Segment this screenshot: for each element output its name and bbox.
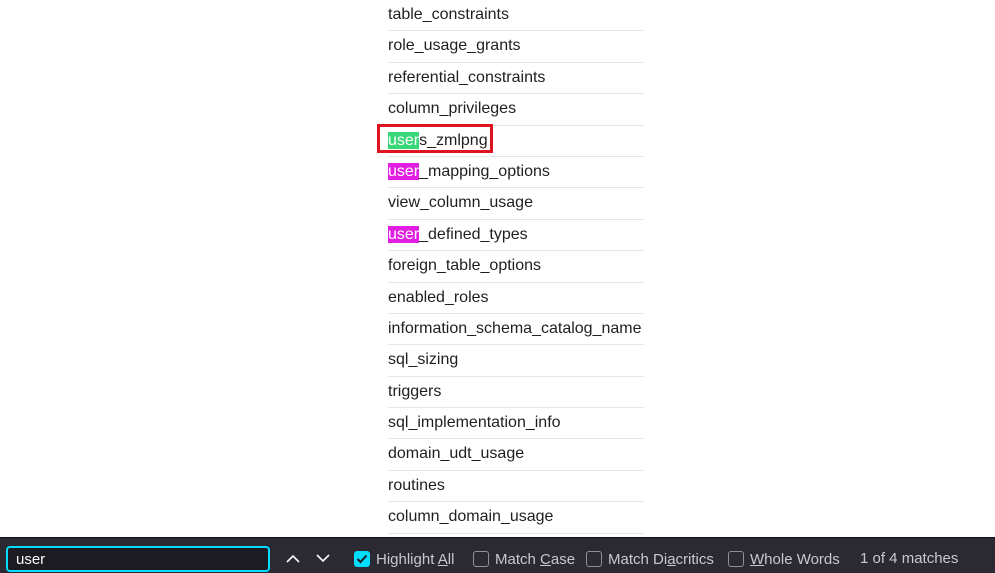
list-item-label: triggers (388, 382, 442, 400)
list-item-label: _defined_types (419, 225, 528, 243)
current-match-outline (377, 123, 493, 153)
whole-words-label: Whole Words (750, 550, 840, 568)
list-item: users_zmlpng (377, 123, 644, 157)
highlight-all-label: Highlight All (376, 550, 455, 568)
list-item-label: sql_sizing (388, 351, 459, 369)
highlight-all-toggle[interactable]: Highlight All (354, 550, 454, 568)
highlight-all-checkbox[interactable] (354, 551, 370, 567)
match-highlight: user (388, 162, 420, 180)
find-input[interactable] (6, 546, 270, 572)
list-item: user_defined_types (388, 220, 644, 252)
list-item: foreign_table_options (388, 251, 644, 283)
find-previous-button[interactable] (282, 548, 304, 568)
find-bar: Highlight All Match Case Match Diacritic… (0, 537, 995, 573)
match-case-label: Match Case (495, 550, 576, 568)
list-item-label: routines (388, 476, 445, 494)
list-item-label: _mapping_options (419, 162, 550, 180)
find-next-button[interactable] (312, 548, 334, 568)
whole-words-checkbox[interactable] (728, 551, 744, 567)
list-item: routines (388, 471, 644, 503)
list-item: role_usage_grants (388, 31, 644, 63)
list-item-label: enabled_roles (388, 288, 489, 306)
match-diacritics-toggle[interactable]: Match Diacritics (586, 550, 714, 568)
match-case-toggle[interactable]: Match Case (473, 550, 575, 568)
page-content: table_constraints role_usage_grantsrefere… (0, 0, 995, 537)
list-item-label: column_privileges (388, 100, 517, 118)
match-highlight: user (388, 225, 420, 243)
whole-words-toggle[interactable]: Whole Words (728, 550, 840, 568)
list-item-label: referential_constraints (388, 68, 546, 86)
list-item: view_column_usage (388, 188, 644, 220)
list-item-label: view_column_usage (388, 194, 533, 212)
list-item-label: column_domain_usage (388, 508, 554, 526)
match-diacritics-label: Match Diacritics (608, 550, 714, 568)
list-item-label: role_usage_grants (388, 37, 521, 55)
list-item: sql_sizing (388, 345, 644, 377)
list-item: column_domain_usage (388, 502, 644, 534)
match-case-checkbox[interactable] (473, 551, 489, 567)
list-item: sql_implementation_info (388, 408, 644, 440)
list-item-label: sql_implementation_info (388, 414, 561, 432)
list-item: enabled_roles (388, 283, 644, 314)
list-item-label: foreign_table_options (388, 257, 542, 275)
match-diacritics-checkbox[interactable] (586, 551, 602, 567)
match-count: 1 of 4 matches (860, 550, 959, 567)
chevron-down-icon (316, 553, 330, 562)
list-item-label: table_constraints (388, 6, 509, 23)
list-item: user_mapping_options (388, 157, 644, 189)
checkmark-icon (356, 554, 368, 564)
table-name-list: table_constraints role_usage_grantsrefere… (377, 0, 644, 534)
chevron-up-icon (286, 554, 300, 563)
list-item-label: domain_udt_usage (388, 445, 525, 463)
list-item: referential_constraints (388, 63, 644, 95)
list-item-label: information_schema_catalog_name (388, 319, 642, 337)
list-item: domain_udt_usage (388, 439, 644, 471)
list-item: information_schema_catalog_name (388, 314, 644, 346)
list-item: table_constraints (388, 0, 644, 32)
list-item: column_privileges (388, 94, 644, 126)
list-item: triggers (388, 377, 644, 409)
